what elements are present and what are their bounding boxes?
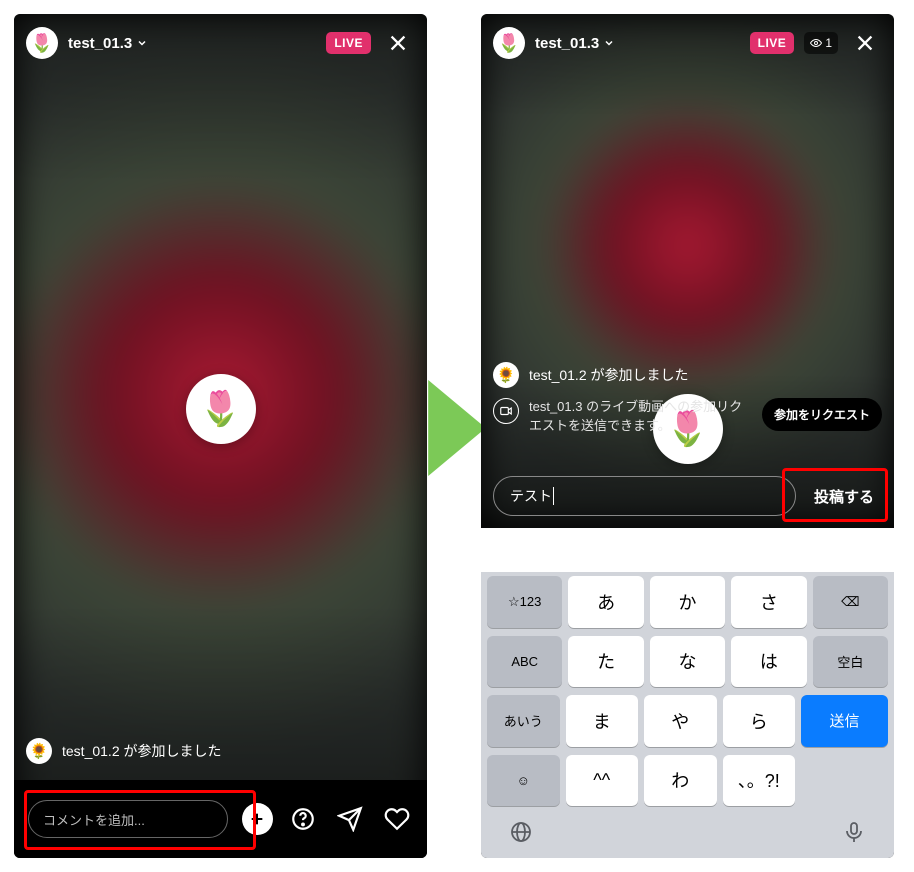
tulip-icon: 🌷 xyxy=(199,389,241,429)
close-icon xyxy=(854,32,876,54)
heart-icon xyxy=(384,806,410,832)
joined-notice: 🌻 test_01.2 が参加しました xyxy=(493,362,882,388)
key-abc-mode[interactable]: ABC xyxy=(487,636,562,688)
send-icon xyxy=(337,806,363,832)
key-backspace[interactable]: ⌫ xyxy=(813,576,888,628)
key-sa[interactable]: さ xyxy=(731,576,806,628)
center-avatar-bubble: 🌷 xyxy=(186,374,256,444)
mic-button[interactable] xyxy=(840,818,868,846)
close-button[interactable] xyxy=(381,26,415,60)
annotation-highlight-comment xyxy=(24,790,256,850)
globe-button[interactable] xyxy=(507,818,535,846)
joined-text: test_01.2 が参加しました xyxy=(529,365,689,385)
avatar[interactable]: 🌷 xyxy=(26,27,58,59)
key-send[interactable]: 送信 xyxy=(801,695,888,747)
request-notice: test_01.3 のライブ動画への参加リクエストを送信できます。 参加をリクエ… xyxy=(493,398,882,436)
key-na[interactable]: な xyxy=(650,636,725,688)
key-ya[interactable]: や xyxy=(644,695,717,747)
add-video-icon xyxy=(493,398,519,424)
close-icon xyxy=(387,32,409,54)
key-ta[interactable]: た xyxy=(568,636,643,688)
key-emoji[interactable]: ☺︎ xyxy=(487,755,560,807)
question-button[interactable] xyxy=(287,802,320,836)
viewer-count-badge[interactable]: 1 xyxy=(804,32,838,54)
phone-left: 🌷 test_01.3 LIVE 🌷 🌻 test_01.2 が参加しました コ… xyxy=(14,14,427,858)
keyboard-suggestion-bar[interactable] xyxy=(481,528,894,572)
close-button[interactable] xyxy=(848,26,882,60)
joined-avatar: 🌻 xyxy=(493,362,519,388)
key-kana-mode[interactable]: あいう xyxy=(487,695,560,747)
key-ha[interactable]: は xyxy=(731,636,806,688)
mic-icon xyxy=(842,820,866,844)
key-ma[interactable]: ま xyxy=(566,695,639,747)
live-badge: LIVE xyxy=(326,32,371,54)
annotation-highlight-post xyxy=(782,468,888,522)
avatar[interactable]: 🌷 xyxy=(493,27,525,59)
chevron-down-icon xyxy=(136,37,148,49)
eye-icon xyxy=(810,37,822,49)
key-ra[interactable]: ら xyxy=(723,695,796,747)
key-space[interactable]: 空白 xyxy=(813,636,888,688)
like-button[interactable] xyxy=(380,802,413,836)
request-join-button[interactable]: 参加をリクエスト xyxy=(762,398,882,431)
share-button[interactable] xyxy=(334,802,367,836)
chevron-down-icon xyxy=(603,37,615,49)
flow-arrow xyxy=(428,380,486,476)
username-label[interactable]: test_01.3 xyxy=(535,35,615,52)
avatar-glyph: 🌷 xyxy=(31,33,53,54)
comment-input[interactable]: テスト xyxy=(493,476,796,516)
live-header: 🌷 test_01.3 LIVE xyxy=(14,14,427,72)
phone-right: 🌷 test_01.3 LIVE 1 🌷 🌻 test_01.2 が参加しました xyxy=(481,14,894,858)
globe-icon xyxy=(509,820,533,844)
key-wa[interactable]: わ xyxy=(644,755,717,807)
username-label[interactable]: test_01.3 xyxy=(68,35,148,52)
joined-notice: 🌻 test_01.2 が参加しました xyxy=(26,738,415,764)
joined-text: test_01.2 が参加しました xyxy=(62,741,222,761)
text-cursor xyxy=(553,487,554,505)
avatar-glyph: 🌷 xyxy=(498,33,520,54)
key-ka[interactable]: か xyxy=(650,576,725,628)
live-header: 🌷 test_01.3 LIVE 1 xyxy=(481,14,894,72)
live-badge: LIVE xyxy=(750,32,795,54)
key-face[interactable]: ^^ xyxy=(566,755,639,807)
keyboard-bottom-row xyxy=(481,810,894,858)
keyboard: ☆123 あ か さ ⌫ ABC た な は 空白 あいう ま や ら 送信 xyxy=(481,572,894,858)
question-icon xyxy=(290,806,316,832)
key-num-mode[interactable]: ☆123 xyxy=(487,576,562,628)
joined-avatar: 🌻 xyxy=(26,738,52,764)
request-text: test_01.3 のライブ動画への参加リクエストを送信できます。 xyxy=(529,398,752,436)
key-punct[interactable]: 、。?! xyxy=(723,755,796,807)
key-a[interactable]: あ xyxy=(568,576,643,628)
